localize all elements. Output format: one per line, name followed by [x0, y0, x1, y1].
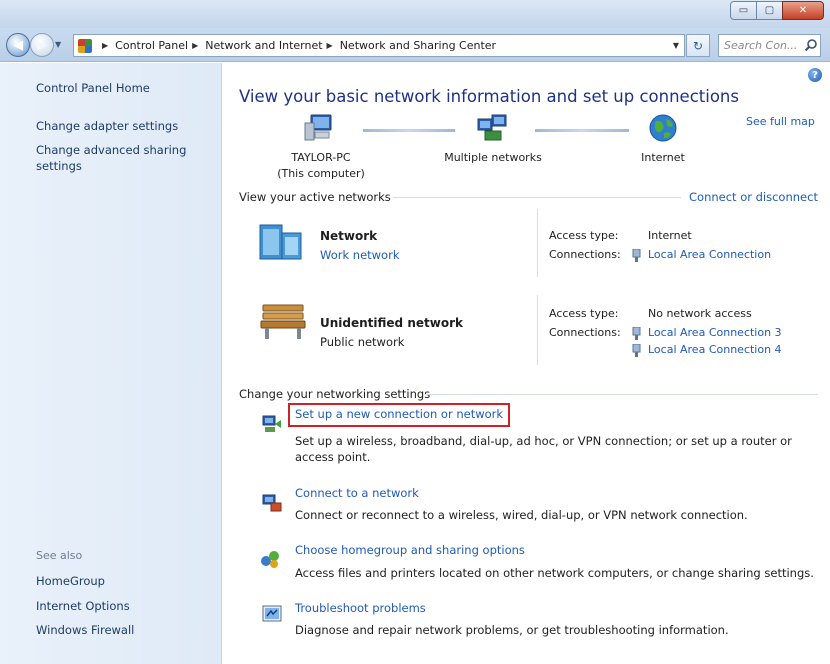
- sidebar: Control Panel Home Change adapter settin…: [0, 63, 222, 664]
- active-networks-heading: View your active networks: [239, 190, 391, 204]
- close-button[interactable]: ✕: [782, 1, 824, 20]
- access-type-value: No network access: [648, 307, 752, 320]
- new-connection-icon: [262, 415, 281, 432]
- section-divider: [425, 394, 818, 395]
- public-network-bench-icon: [260, 304, 306, 339]
- homegroup-icon: [261, 551, 279, 568]
- breadcrumb-network-and-internet[interactable]: Network and Internet: [205, 39, 322, 52]
- connection-link[interactable]: Local Area Connection: [648, 248, 771, 261]
- connect-to-network-link[interactable]: Connect to a network: [295, 486, 419, 500]
- multiple-networks-icon: [477, 114, 507, 141]
- network-name: Network: [320, 229, 378, 243]
- task-description: Set up a wireless, broadband, dial-up, a…: [295, 434, 792, 464]
- networking-settings-heading: Change your networking settings: [239, 387, 431, 401]
- connections-label: Connections:: [549, 248, 621, 261]
- map-computer-sub: (This computer): [277, 167, 365, 180]
- map-connector-line: [535, 129, 629, 132]
- breadcrumb-separator-icon[interactable]: ▶: [327, 41, 333, 50]
- map-multiple-networks: Multiple networks: [444, 151, 542, 164]
- breadcrumb-separator-icon[interactable]: ▶: [192, 41, 198, 50]
- search-placeholder: Search Con...: [724, 39, 798, 52]
- sidebar-item-change-adapter-settings[interactable]: Change adapter settings: [36, 118, 178, 134]
- breadcrumb-separator-icon: ▶: [102, 41, 109, 50]
- control-panel-icon: [78, 38, 92, 53]
- section-divider: [393, 197, 681, 198]
- computer-icon: [304, 114, 332, 141]
- ethernet-icon: [632, 344, 641, 357]
- maximize-button[interactable]: ▢: [756, 1, 783, 20]
- breadcrumb-network-and-sharing-center[interactable]: Network and Sharing Center: [340, 39, 496, 52]
- network-type: Public network: [320, 335, 405, 349]
- sidebar-item-change-advanced-sharing-settings[interactable]: Change advanced sharing settings: [36, 142, 196, 174]
- title-bar: ▭ ▢ ✕: [0, 0, 830, 28]
- internet-globe-icon: [649, 114, 677, 142]
- ethernet-icon: [632, 327, 641, 340]
- search-icon[interactable]: [804, 38, 818, 52]
- sidebar-item-internet-options[interactable]: Internet Options: [36, 598, 130, 614]
- forward-arrow-icon: ▶: [37, 37, 47, 53]
- page-title: View your basic network information and …: [239, 87, 739, 106]
- connection-link[interactable]: Local Area Connection 4: [648, 343, 782, 356]
- window-controls: ▭ ▢ ✕: [730, 1, 824, 20]
- forward-button[interactable]: ▶: [30, 33, 54, 57]
- map-internet: Internet: [641, 151, 685, 164]
- back-button[interactable]: ◀: [6, 33, 30, 57]
- connect-or-disconnect-link[interactable]: Connect or disconnect: [689, 190, 818, 204]
- address-dropdown-icon[interactable]: ▼: [668, 35, 684, 56]
- task-description: Access files and printers located on oth…: [295, 566, 814, 580]
- network-name: Unidentified network: [320, 316, 463, 330]
- refresh-button[interactable]: ↻: [686, 34, 710, 57]
- task-description: Connect or reconnect to a wireless, wire…: [295, 508, 748, 522]
- search-input[interactable]: Search Con...: [718, 34, 821, 57]
- breadcrumb-control-panel[interactable]: Control Panel: [115, 39, 188, 52]
- network-type-link[interactable]: Work network: [320, 248, 399, 262]
- troubleshoot-icon: [262, 605, 282, 622]
- work-network-icon: [259, 224, 302, 260]
- sidebar-item-control-panel-home[interactable]: Control Panel Home: [36, 80, 150, 96]
- homegroup-sharing-link[interactable]: Choose homegroup and sharing options: [295, 543, 525, 557]
- troubleshoot-problems-link[interactable]: Troubleshoot problems: [295, 601, 426, 615]
- map-connector-line: [363, 129, 455, 132]
- help-icon[interactable]: ?: [808, 68, 822, 82]
- navigation-bar: ◀ ▶ ▼ ▶ Control Panel ▶ Network and Inte…: [0, 28, 830, 62]
- back-arrow-icon: ◀: [13, 37, 23, 53]
- access-type-label: Access type:: [549, 229, 619, 242]
- recent-pages-dropdown-icon[interactable]: ▼: [55, 40, 61, 49]
- network-divider: [537, 295, 538, 365]
- map-computer-name: TAYLOR-PC: [291, 151, 351, 164]
- main-content: ? View your basic network information an…: [223, 63, 830, 664]
- refresh-icon: ↻: [692, 38, 704, 53]
- minimize-button[interactable]: ▭: [730, 1, 757, 20]
- access-type-value: Internet: [648, 229, 692, 242]
- connections-label: Connections:: [549, 326, 621, 339]
- see-also-heading: See also: [36, 549, 83, 562]
- address-bar[interactable]: ▶ Control Panel ▶ Network and Internet ▶…: [73, 34, 685, 57]
- connect-to-network-icon: [262, 494, 282, 512]
- sidebar-item-windows-firewall[interactable]: Windows Firewall: [36, 622, 134, 638]
- ethernet-icon: [632, 249, 641, 262]
- connection-link[interactable]: Local Area Connection 3: [648, 326, 782, 339]
- network-divider: [537, 209, 538, 277]
- task-description: Diagnose and repair network problems, or…: [295, 623, 729, 637]
- setup-new-connection-link[interactable]: Set up a new connection or network: [295, 407, 503, 421]
- see-full-map-link[interactable]: See full map: [746, 115, 815, 128]
- sidebar-item-homegroup[interactable]: HomeGroup: [36, 573, 105, 589]
- access-type-label: Access type:: [549, 307, 619, 320]
